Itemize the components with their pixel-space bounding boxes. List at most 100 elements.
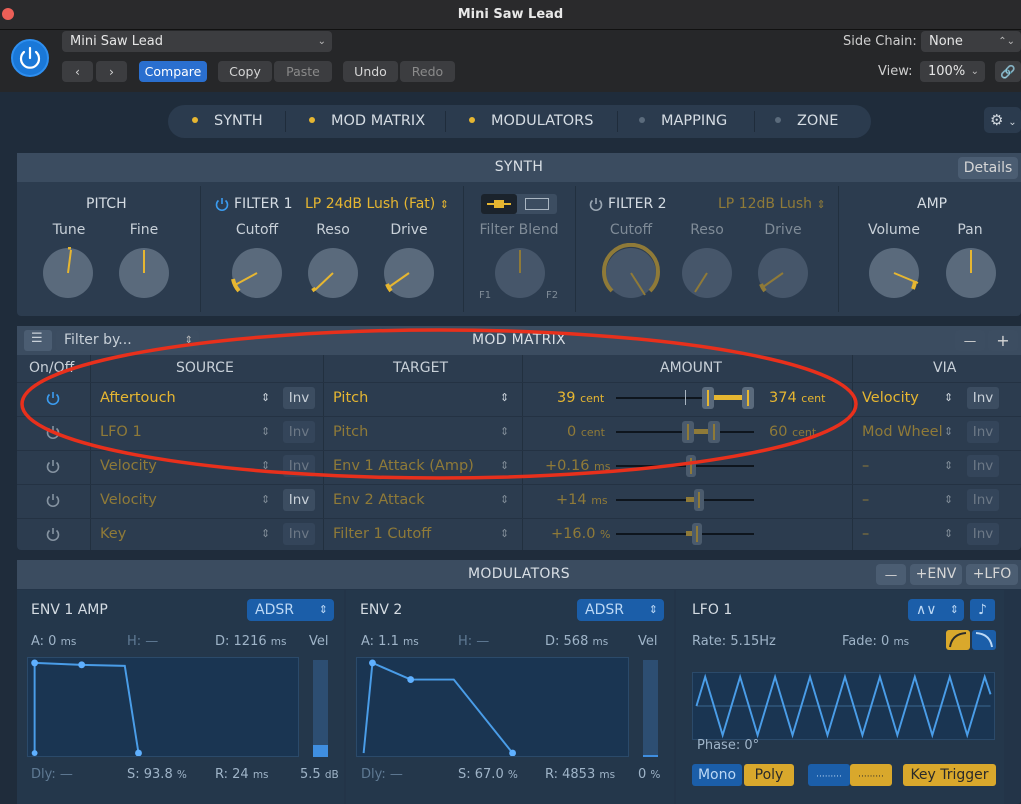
env2-sustain[interactable]: S: 67.0 % (458, 767, 518, 782)
filter2-cutoff-knob[interactable] (601, 243, 661, 303)
prev-preset-button[interactable]: ‹ (62, 61, 93, 82)
env2-graph[interactable] (356, 657, 629, 757)
amount-value[interactable]: +14 ms (556, 492, 608, 508)
env2-hold[interactable]: H: — (458, 634, 489, 649)
amount-slider-track[interactable] (616, 499, 754, 501)
row-via[interactable]: – (862, 458, 869, 474)
tab-mapping[interactable]: MAPPING (639, 105, 727, 138)
fade-out-button[interactable] (972, 630, 996, 650)
env2-delay[interactable]: Dly: — (361, 767, 403, 782)
source-invert-button[interactable]: Inv (283, 523, 315, 545)
chevron-updown-icon[interactable]: ⇕ (944, 493, 953, 506)
mono-button[interactable]: Mono (692, 764, 742, 786)
env2-decay[interactable]: D: 568 ms (545, 634, 608, 649)
fade-in-button[interactable] (946, 630, 970, 650)
env2-attack[interactable]: A: 1.1 ms (361, 634, 419, 649)
tab-modulators[interactable]: MODULATORS (469, 105, 593, 138)
side-chain-select[interactable]: None ⌃⌄ (921, 31, 1021, 52)
row-via[interactable]: – (862, 492, 869, 508)
chevron-updown-icon[interactable]: ⇕ (500, 493, 509, 506)
redo-button[interactable]: Redo (400, 61, 455, 82)
chevron-updown-icon[interactable]: ⇕ (944, 459, 953, 472)
env2-mode-select[interactable]: ADSR ⇕ (577, 599, 664, 621)
next-preset-button[interactable]: › (96, 61, 127, 82)
row-source[interactable]: Key (100, 526, 126, 542)
env1-delay[interactable]: Dly: — (31, 767, 73, 782)
tab-mod-matrix[interactable]: MOD MATRIX (309, 105, 425, 138)
compare-button[interactable]: Compare (139, 61, 207, 82)
filter2-type-select[interactable]: LP 12dB Lush ⇕ (718, 196, 826, 212)
filter2-drive-knob[interactable] (757, 247, 809, 299)
poly-button[interactable]: Poly (744, 764, 794, 786)
chevron-updown-icon[interactable]: ⇕ (261, 527, 270, 540)
volume-knob[interactable] (868, 247, 920, 299)
env1-mode-select[interactable]: ADSR ⇕ (247, 599, 334, 621)
row-via[interactable]: Velocity (862, 390, 919, 406)
env1-sustain[interactable]: S: 93.8 % (127, 767, 187, 782)
via-invert-button[interactable]: Inv (967, 489, 999, 511)
env1-decay[interactable]: D: 1216 ms (215, 634, 286, 649)
via-invert-button[interactable]: Inv (967, 523, 999, 545)
row-target[interactable]: Filter 1 Cutoff (333, 526, 431, 542)
amount-slider-track[interactable] (616, 533, 754, 535)
undo-button[interactable]: Undo (343, 61, 398, 82)
remove-row-button[interactable]: — (955, 330, 985, 351)
env1-release[interactable]: R: 24 ms (215, 767, 269, 782)
chevron-updown-icon[interactable]: ⇕ (944, 391, 953, 404)
settings-button[interactable]: ⚙ ⌄ (984, 107, 1021, 133)
env2-release[interactable]: R: 4853 ms (545, 767, 615, 782)
row-power-icon[interactable] (45, 526, 61, 542)
chevron-updown-icon[interactable]: ⇕ (500, 527, 509, 540)
env1-velocity-slider[interactable] (313, 660, 328, 757)
env2-velocity-slider[interactable] (643, 660, 658, 757)
filter-blend-knob[interactable] (494, 247, 546, 299)
env1-graph[interactable] (27, 657, 299, 757)
row-source[interactable]: Velocity (100, 492, 157, 508)
amount-value[interactable]: +16.0 % (551, 526, 611, 542)
chevron-updown-icon[interactable]: ⇕ (261, 493, 270, 506)
tab-synth[interactable]: SYNTH (192, 105, 263, 138)
chevron-updown-icon[interactable]: ⇕ (944, 527, 953, 540)
via-invert-button[interactable]: Inv (967, 387, 999, 409)
env1-hold[interactable]: H: — (127, 634, 158, 649)
source-invert-button[interactable]: Inv (283, 489, 315, 511)
amount-handle[interactable] (692, 523, 702, 545)
filter1-cutoff-knob[interactable] (231, 247, 283, 299)
view-zoom-select[interactable]: 100% ⌄ (920, 61, 985, 82)
lfo1-phase[interactable]: Phase: 0° (697, 738, 759, 753)
filter1-drive-knob[interactable] (383, 247, 435, 299)
power-button[interactable] (11, 39, 49, 77)
filter1-reso-knob[interactable] (307, 247, 359, 299)
preset-select[interactable]: Mini Saw Lead ⌄ (62, 31, 332, 52)
add-lfo-button[interactable]: +LFO (966, 564, 1018, 585)
lfo-mode-button-2[interactable]: ········· (850, 764, 892, 786)
key-trigger-button[interactable]: Key Trigger (903, 764, 996, 786)
lfo-mode-button-1[interactable]: ········· (808, 764, 850, 786)
lfo1-sync-button[interactable]: ♪ (970, 599, 995, 621)
lfo1-waveform-select[interactable]: ∧∨ ⇕ (908, 599, 964, 621)
tab-zone[interactable]: ZONE (775, 105, 838, 138)
lfo1-fade[interactable]: Fade: 0 ms (842, 634, 909, 649)
filter2-reso-knob[interactable] (681, 247, 733, 299)
row-power-icon[interactable] (45, 492, 61, 508)
tune-knob[interactable] (42, 247, 94, 299)
pan-knob[interactable] (945, 247, 997, 299)
filter-routing-toggle[interactable] (481, 194, 557, 214)
amount-handle[interactable] (694, 489, 704, 511)
paste-button[interactable]: Paste (274, 61, 332, 82)
add-env-button[interactable]: +ENV (910, 564, 962, 585)
details-button[interactable]: Details (958, 157, 1018, 179)
filter2-power-icon[interactable] (588, 196, 604, 212)
via-invert-button[interactable]: Inv (967, 421, 999, 443)
env1-attack[interactable]: A: 0 ms (31, 634, 76, 649)
add-row-button[interactable]: + (988, 330, 1018, 351)
lfo1-rate[interactable]: Rate: 5.15Hz (692, 634, 776, 649)
env2-velocity-value[interactable]: 0 % (638, 767, 660, 782)
copy-button[interactable]: Copy (218, 61, 272, 82)
via-invert-button[interactable]: Inv (967, 455, 999, 477)
remove-modulator-button[interactable]: — (876, 564, 906, 585)
chevron-updown-icon[interactable]: ⇕ (944, 425, 953, 438)
filter1-type-select[interactable]: LP 24dB Lush (Fat) ⇕ (305, 196, 449, 212)
filter1-power-icon[interactable] (214, 196, 230, 212)
row-via[interactable]: Mod Wheel (862, 424, 943, 440)
